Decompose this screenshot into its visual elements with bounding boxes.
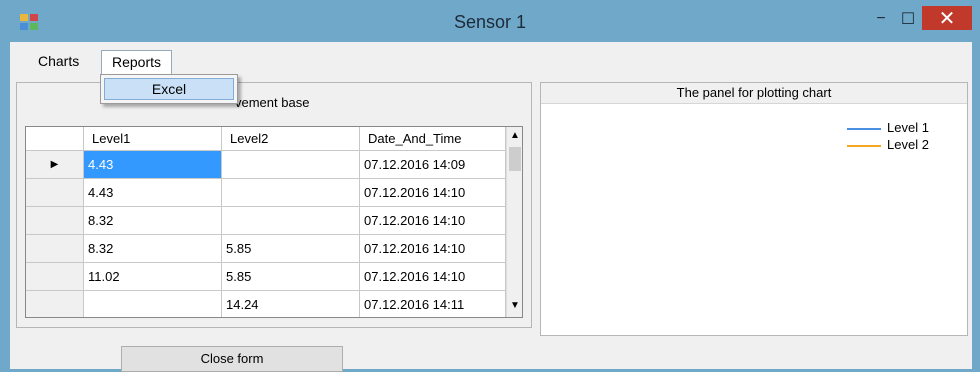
cell-date-time[interactable]: 07.12.2016 14:11	[360, 291, 506, 317]
row-header[interactable]	[26, 207, 84, 235]
cell-date-time[interactable]: 07.12.2016 14:10	[360, 207, 506, 235]
cell-level1[interactable]: 8.32	[84, 235, 222, 263]
column-header-date-time[interactable]: Date_And_Time	[360, 127, 506, 151]
row-indicator-icon: ▶	[26, 151, 84, 179]
title-bar: Sensor 1 − ☐ ✕	[0, 0, 980, 42]
chart-panel: The panel for plotting chart Level 1 Lev…	[540, 82, 968, 336]
cell-level2[interactable]	[222, 179, 360, 207]
row-header[interactable]	[26, 263, 84, 291]
close-icon: ✕	[938, 7, 956, 30]
table-row[interactable]: 8.32 07.12.2016 14:10	[26, 207, 506, 235]
menu-bar: Charts Reports	[10, 46, 972, 75]
row-header[interactable]	[26, 291, 84, 317]
cell-level1[interactable]: 4.43	[84, 151, 222, 179]
cell-date-time[interactable]: 07.12.2016 14:10	[360, 263, 506, 291]
close-form-button[interactable]: Close form	[121, 346, 343, 372]
cell-level1[interactable]	[84, 291, 222, 317]
minimize-button[interactable]: −	[868, 6, 894, 32]
cell-level2[interactable]: 14.24	[222, 291, 360, 317]
legend-line-icon	[847, 127, 881, 130]
data-grid[interactable]: Level1 Level2 Date_And_Time ▶ 4.43 07.12…	[25, 126, 523, 318]
column-header-level2[interactable]: Level2	[222, 127, 360, 151]
cell-level2[interactable]	[222, 151, 360, 179]
cell-level2[interactable]: 5.85	[222, 263, 360, 291]
vertical-scrollbar[interactable]: ▲ ▼	[506, 127, 522, 317]
panel-title: vement base	[235, 95, 310, 110]
legend-label: Level 2	[887, 137, 929, 152]
grid-corner-header	[26, 127, 84, 151]
table-row[interactable]: 14.24 07.12.2016 14:11	[26, 291, 506, 317]
cell-date-time[interactable]: 07.12.2016 14:10	[360, 179, 506, 207]
cell-level1[interactable]: 4.43	[84, 179, 222, 207]
scrollbar-thumb[interactable]	[509, 147, 521, 171]
menu-charts[interactable]: Charts	[28, 50, 89, 74]
close-window-button[interactable]: ✕	[922, 6, 972, 30]
legend-line-icon	[847, 144, 881, 147]
table-row[interactable]: 4.43 07.12.2016 14:10	[26, 179, 506, 207]
legend-label: Level 1	[887, 120, 929, 135]
scroll-up-icon[interactable]: ▲	[507, 129, 522, 143]
legend-item-level2: Level 2	[847, 136, 929, 153]
cell-level1[interactable]: 11.02	[84, 263, 222, 291]
chart-panel-title: The panel for plotting chart	[541, 83, 967, 104]
window-client: Charts Reports Excel vement base Level1 …	[10, 42, 972, 372]
table-row[interactable]: ▶ 4.43 07.12.2016 14:09	[26, 151, 506, 179]
legend-item-level1: Level 1	[847, 119, 929, 136]
column-header-level1[interactable]: Level1	[84, 127, 222, 151]
table-row[interactable]: 11.02 5.85 07.12.2016 14:10	[26, 263, 506, 291]
cell-date-time[interactable]: 07.12.2016 14:10	[360, 235, 506, 263]
row-header[interactable]	[26, 179, 84, 207]
cell-level2[interactable]	[222, 207, 360, 235]
menu-reports[interactable]: Reports	[101, 50, 173, 75]
row-header[interactable]	[26, 235, 84, 263]
maximize-button[interactable]: ☐	[895, 6, 921, 32]
maximize-icon: ☐	[900, 11, 916, 28]
cell-level1[interactable]: 8.32	[84, 207, 222, 235]
table-row[interactable]: 8.32 5.85 07.12.2016 14:10	[26, 235, 506, 263]
menu-item-excel[interactable]: Excel	[104, 78, 234, 100]
minimize-icon: −	[876, 10, 886, 27]
window-title: Sensor 1	[453, 12, 527, 32]
scroll-down-icon[interactable]: ▼	[507, 299, 522, 313]
reports-dropdown: Excel	[100, 74, 238, 104]
measurement-panel: vement base Level1 Level2 Date_And_Time …	[16, 82, 532, 328]
cell-date-time[interactable]: 07.12.2016 14:09	[360, 151, 506, 179]
cell-level2[interactable]: 5.85	[222, 235, 360, 263]
chart-legend: Level 1 Level 2	[847, 119, 929, 153]
